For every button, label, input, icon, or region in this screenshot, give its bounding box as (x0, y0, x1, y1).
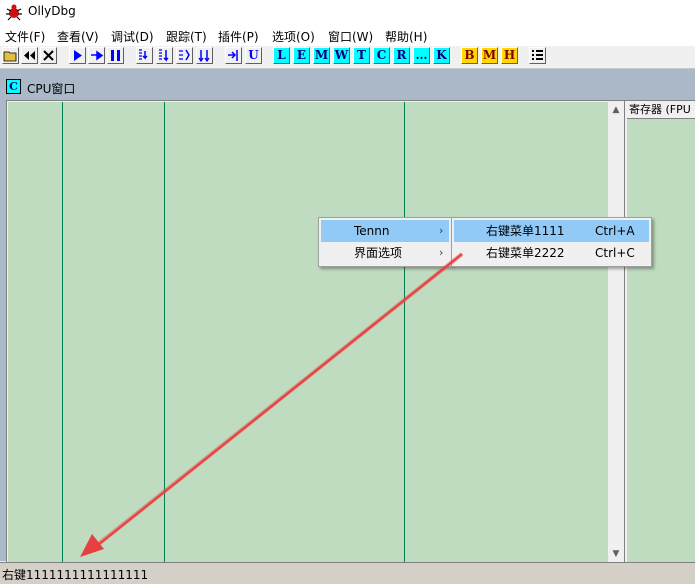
cpu-window-icon: C (6, 79, 21, 94)
menu-plugins[interactable]: 插件(P) (218, 28, 259, 45)
run-to-icon[interactable] (88, 47, 105, 64)
run-trace-button[interactable]: … (413, 47, 430, 64)
cpu-button[interactable]: C (373, 47, 390, 64)
log-button[interactable]: L (273, 47, 290, 64)
menu-help[interactable]: 帮助(H) (385, 28, 427, 45)
memory-button[interactable]: M (313, 47, 330, 64)
title-bar: OllyDbg (0, 0, 695, 24)
threads-button[interactable]: T (353, 47, 370, 64)
scroll-up-icon[interactable]: ▲ (608, 102, 624, 118)
menu-options[interactable]: 选项(O) (272, 28, 315, 45)
play-icon[interactable] (69, 47, 86, 64)
submenu-item-2222[interactable]: 右键菜单2222 Ctrl+C (454, 242, 649, 264)
close-icon[interactable] (40, 47, 57, 64)
modules-button[interactable]: E (293, 47, 310, 64)
menu-bar: 文件(F) 查看(V) 调试(D) 跟踪(T) 插件(P) 选项(O) 窗口(W… (0, 24, 695, 46)
disassembly-pane[interactable] (8, 102, 608, 562)
execute-till-return-icon[interactable] (225, 47, 242, 64)
submenu: 右键菜单1111 Ctrl+A 右键菜单2222 Ctrl+C (451, 217, 652, 267)
submenu-item-1111[interactable]: 右键菜单1111 Ctrl+A (454, 220, 649, 242)
registers-header: 寄存器 (FPU (627, 102, 695, 119)
submenu-item-label: 右键菜单1111 (486, 224, 565, 238)
step-into-icon[interactable] (136, 47, 153, 64)
window-title: OllyDbg (28, 4, 76, 18)
rewind-icon[interactable] (21, 47, 38, 64)
context-menu-item-ui-options[interactable]: 界面选项 › (321, 242, 449, 264)
call-stack-button[interactable]: K (433, 47, 450, 64)
context-menu: Tennn › 界面选项 › (318, 217, 452, 267)
menu-file[interactable]: 文件(F) (5, 28, 45, 45)
step-over-icon[interactable] (156, 47, 173, 64)
trace-over-icon[interactable] (196, 47, 213, 64)
bug-icon (6, 4, 22, 21)
column-separator-disasm[interactable] (404, 102, 405, 562)
status-bar: 右键1111111111111111 (0, 562, 695, 584)
windows-button[interactable]: W (333, 47, 350, 64)
context-menu-item-label: 界面选项 (354, 246, 403, 260)
disassembly-scrollbar[interactable]: ▲ ▼ (608, 102, 624, 562)
column-separator-hex[interactable] (164, 102, 165, 562)
status-text: 右键1111111111111111 (2, 568, 149, 582)
folder-open-icon[interactable] (2, 47, 19, 64)
menu-debug[interactable]: 调试(D) (111, 28, 154, 45)
toolbar: U L E M W T C R … K B M H (0, 46, 695, 69)
submenu-item-label: 右键菜单2222 (486, 246, 565, 260)
pause-icon[interactable] (107, 47, 124, 64)
registers-pane[interactable]: 寄存器 (FPU (627, 102, 695, 562)
memory-map-button[interactable]: M (481, 47, 498, 64)
context-menu-item-label: Tennn (354, 224, 390, 238)
cpu-window-title: CPU窗口 (27, 82, 76, 96)
menu-trace[interactable]: 跟踪(T) (166, 28, 207, 45)
submenu-item-shortcut: Ctrl+C (595, 246, 635, 260)
cpu-window: ▲ ▼ 寄存器 (FPU (6, 100, 695, 563)
submenu-item-shortcut: Ctrl+A (595, 224, 635, 238)
submenu-arrow-icon: › (439, 224, 444, 237)
breakpoints-button[interactable]: B (461, 47, 478, 64)
handles-button[interactable]: H (501, 47, 518, 64)
submenu-arrow-icon: › (439, 246, 444, 259)
menu-view[interactable]: 查看(V) (57, 28, 99, 45)
references-button[interactable]: R (393, 47, 410, 64)
context-menu-item-tennn[interactable]: Tennn › (321, 220, 449, 242)
column-separator-address[interactable] (62, 102, 63, 562)
u-button[interactable]: U (245, 47, 262, 64)
trace-into-icon[interactable] (176, 47, 193, 64)
list-icon[interactable] (529, 47, 546, 64)
menu-window[interactable]: 窗口(W) (328, 28, 373, 45)
scroll-down-icon[interactable]: ▼ (608, 546, 624, 562)
